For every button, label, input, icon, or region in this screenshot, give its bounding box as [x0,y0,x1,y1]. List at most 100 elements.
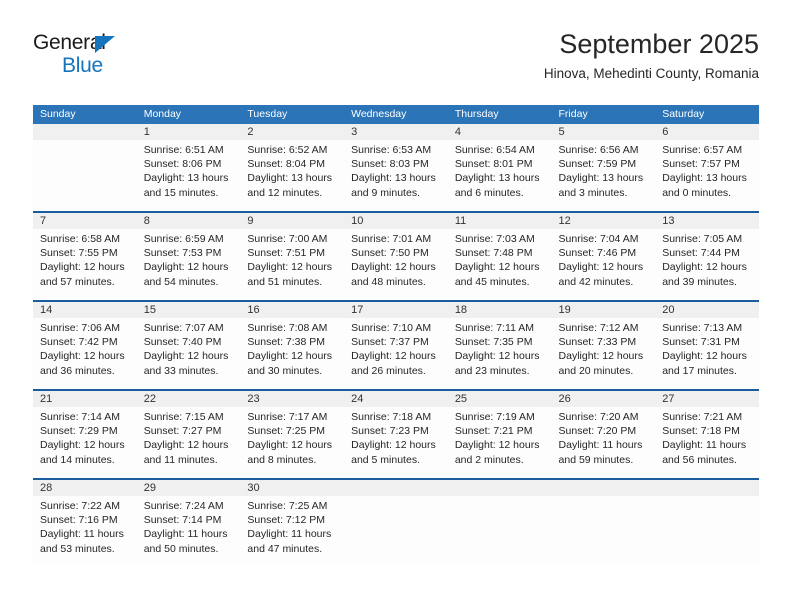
weekday-header-saturday: Saturday [655,105,759,124]
sunrise-text: Sunrise: 6:58 AM [40,233,120,245]
daylight-text-line1: Daylight: 13 hours [351,172,436,185]
day-number-12[interactable]: 12 [551,211,656,229]
page-title: September 2025 [559,29,759,59]
sun-info: Sunrise: 7:18 AM Sunset: 7:23 PM Daylight:… [351,410,442,467]
week-daynumber-row: 14 15 16 17 18 19 20 [33,300,759,318]
day-number-20[interactable]: 20 [655,300,759,318]
daylight-text-line1: Daylight: 12 hours [247,350,333,363]
day-number-21[interactable]: 21 [33,389,137,407]
day-number-4[interactable]: 4 [447,124,552,140]
day-number-empty [655,478,759,496]
sunset-text: Sunset: 7:27 PM [143,425,222,438]
day-number-29[interactable]: 29 [136,478,241,496]
day-number-24[interactable]: 24 [344,389,448,407]
day-number-11[interactable]: 11 [447,211,552,229]
weekday-header-thursday: Thursday [447,105,552,124]
sunrise-text: Sunrise: 7:01 AM [351,233,432,245]
daylight-text-line1: Daylight: 12 hours [351,439,436,452]
day-cell-28: Sunrise: 7:22 AM Sunset: 7:16 PM Daylight:… [33,496,137,566]
day-cell-5: Sunrise: 6:56 AM Sunset: 7:59 PM Daylight:… [551,140,656,212]
day-number-25[interactable]: 25 [447,389,552,407]
day-number-1[interactable]: 1 [136,124,241,140]
day-cell-30: Sunrise: 7:25 AM Sunset: 7:12 PM Daylight:… [240,496,345,566]
daylight-text-line2: and 0 minutes. [662,186,732,199]
weekday-header-monday: Monday [136,105,241,124]
day-cell-14: Sunrise: 7:06 AM Sunset: 7:42 PM Daylight:… [33,318,137,390]
daylight-text-line2: and 23 minutes. [454,364,530,377]
sun-info: Sunrise: 7:12 AM Sunset: 7:33 PM Daylight:… [559,321,650,378]
day-number-28[interactable]: 28 [33,478,137,496]
sun-info: Sunrise: 7:00 AM Sunset: 7:51 PM Daylight:… [247,232,338,289]
page-subtitle-location: Hinova, Mehedinti County, Romania [543,66,759,81]
sunrise-text: Sunrise: 7:22 AM [40,500,120,512]
day-number-16[interactable]: 16 [240,300,345,318]
day-number-8[interactable]: 8 [136,211,241,229]
daylight-text-line2: and 53 minutes. [40,542,115,555]
day-number-26[interactable]: 26 [551,389,656,407]
daylight-text-line1: Daylight: 12 hours [143,439,229,452]
day-number-15[interactable]: 15 [136,300,241,318]
day-number-6[interactable]: 6 [655,124,759,140]
daylight-text-line1: Daylight: 12 hours [351,261,436,274]
sunset-text: Sunset: 7:29 PM [40,425,118,438]
day-cell-27: Sunrise: 7:21 AM Sunset: 7:18 PM Daylight:… [655,407,759,479]
daylight-text-line1: Daylight: 13 hours [454,172,540,185]
day-number-19[interactable]: 19 [551,300,656,318]
day-cell-11: Sunrise: 7:03 AM Sunset: 7:48 PM Daylight:… [447,229,552,301]
day-number-2[interactable]: 2 [240,124,345,140]
daylight-text-line1: Daylight: 11 hours [247,528,332,541]
sunrise-text: Sunrise: 7:25 AM [247,500,328,512]
sun-info: Sunrise: 7:04 AM Sunset: 7:46 PM Daylight:… [559,232,650,289]
daylight-text-line2: and 8 minutes. [247,453,317,466]
sun-info: Sunrise: 7:01 AM Sunset: 7:50 PM Daylight:… [351,232,442,289]
sunrise-text: Sunrise: 7:24 AM [143,500,224,512]
day-number-7[interactable]: 7 [33,211,137,229]
day-number-3[interactable]: 3 [344,124,448,140]
sun-info: Sunrise: 6:54 AM Sunset: 8:01 PM Daylight:… [455,143,546,200]
day-number-14[interactable]: 14 [33,300,137,318]
weekday-header-row: Sunday Monday Tuesday Wednesday Thursday Frid… [33,105,759,124]
daylight-text-line2: and 14 minutes. [40,453,115,466]
daylight-text-line2: and 47 minutes. [247,542,323,555]
day-cell-15: Sunrise: 7:07 AM Sunset: 7:40 PM Daylight:… [136,318,241,390]
daylight-text-line2: and 45 minutes. [454,275,530,288]
sunset-text: Sunset: 7:48 PM [454,247,533,260]
day-number-27[interactable]: 27 [655,389,759,407]
sunset-text: Sunset: 7:50 PM [351,247,429,260]
daylight-text-line1: Daylight: 12 hours [558,350,644,363]
sunset-text: Sunset: 7:23 PM [351,425,429,438]
daylight-text-line1: Daylight: 12 hours [40,439,125,452]
daylight-text-line1: Daylight: 11 hours [40,528,124,541]
day-number-17[interactable]: 17 [344,300,448,318]
day-number-empty [551,478,656,496]
sunrise-text: Sunrise: 6:53 AM [351,144,432,156]
day-cell-empty [655,496,759,566]
sunrise-text: Sunrise: 7:05 AM [662,233,743,245]
weekday-header-sunday: Sunday [33,105,137,124]
sun-info: Sunrise: 6:51 AM Sunset: 8:06 PM Daylight:… [144,143,235,200]
generalblue-logo[interactable]: General Blue [33,31,153,79]
sunrise-text: Sunrise: 7:08 AM [247,322,328,334]
week-daynumber-row: 21 22 23 24 25 26 27 [33,389,759,407]
day-cell-10: Sunrise: 7:01 AM Sunset: 7:50 PM Daylight:… [344,229,448,301]
day-number-5[interactable]: 5 [551,124,656,140]
sunset-text: Sunset: 7:40 PM [143,336,222,349]
sun-info: Sunrise: 7:03 AM Sunset: 7:48 PM Daylight:… [455,232,546,289]
day-cell-2: Sunrise: 6:52 AM Sunset: 8:04 PM Daylight:… [240,140,345,212]
day-number-18[interactable]: 18 [447,300,552,318]
day-cell-29: Sunrise: 7:24 AM Sunset: 7:14 PM Daylight:… [136,496,241,566]
day-number-23[interactable]: 23 [240,389,345,407]
week-detail-row: Sunrise: 7:22 AM Sunset: 7:16 PM Daylight:… [33,496,759,566]
day-number-30[interactable]: 30 [240,478,345,496]
day-number-13[interactable]: 13 [655,211,759,229]
day-number-10[interactable]: 10 [344,211,448,229]
sunrise-text: Sunrise: 7:17 AM [247,411,328,423]
day-number-9[interactable]: 9 [240,211,345,229]
daylight-text-line2: and 30 minutes. [247,364,323,377]
daylight-text-line2: and 17 minutes. [662,364,737,377]
day-number-22[interactable]: 22 [136,389,241,407]
sun-info: Sunrise: 6:57 AM Sunset: 7:57 PM Daylight:… [662,143,753,200]
daylight-text-line1: Daylight: 12 hours [143,261,229,274]
daylight-text-line2: and 50 minutes. [143,542,219,555]
day-cell-4: Sunrise: 6:54 AM Sunset: 8:01 PM Daylight:… [447,140,552,212]
